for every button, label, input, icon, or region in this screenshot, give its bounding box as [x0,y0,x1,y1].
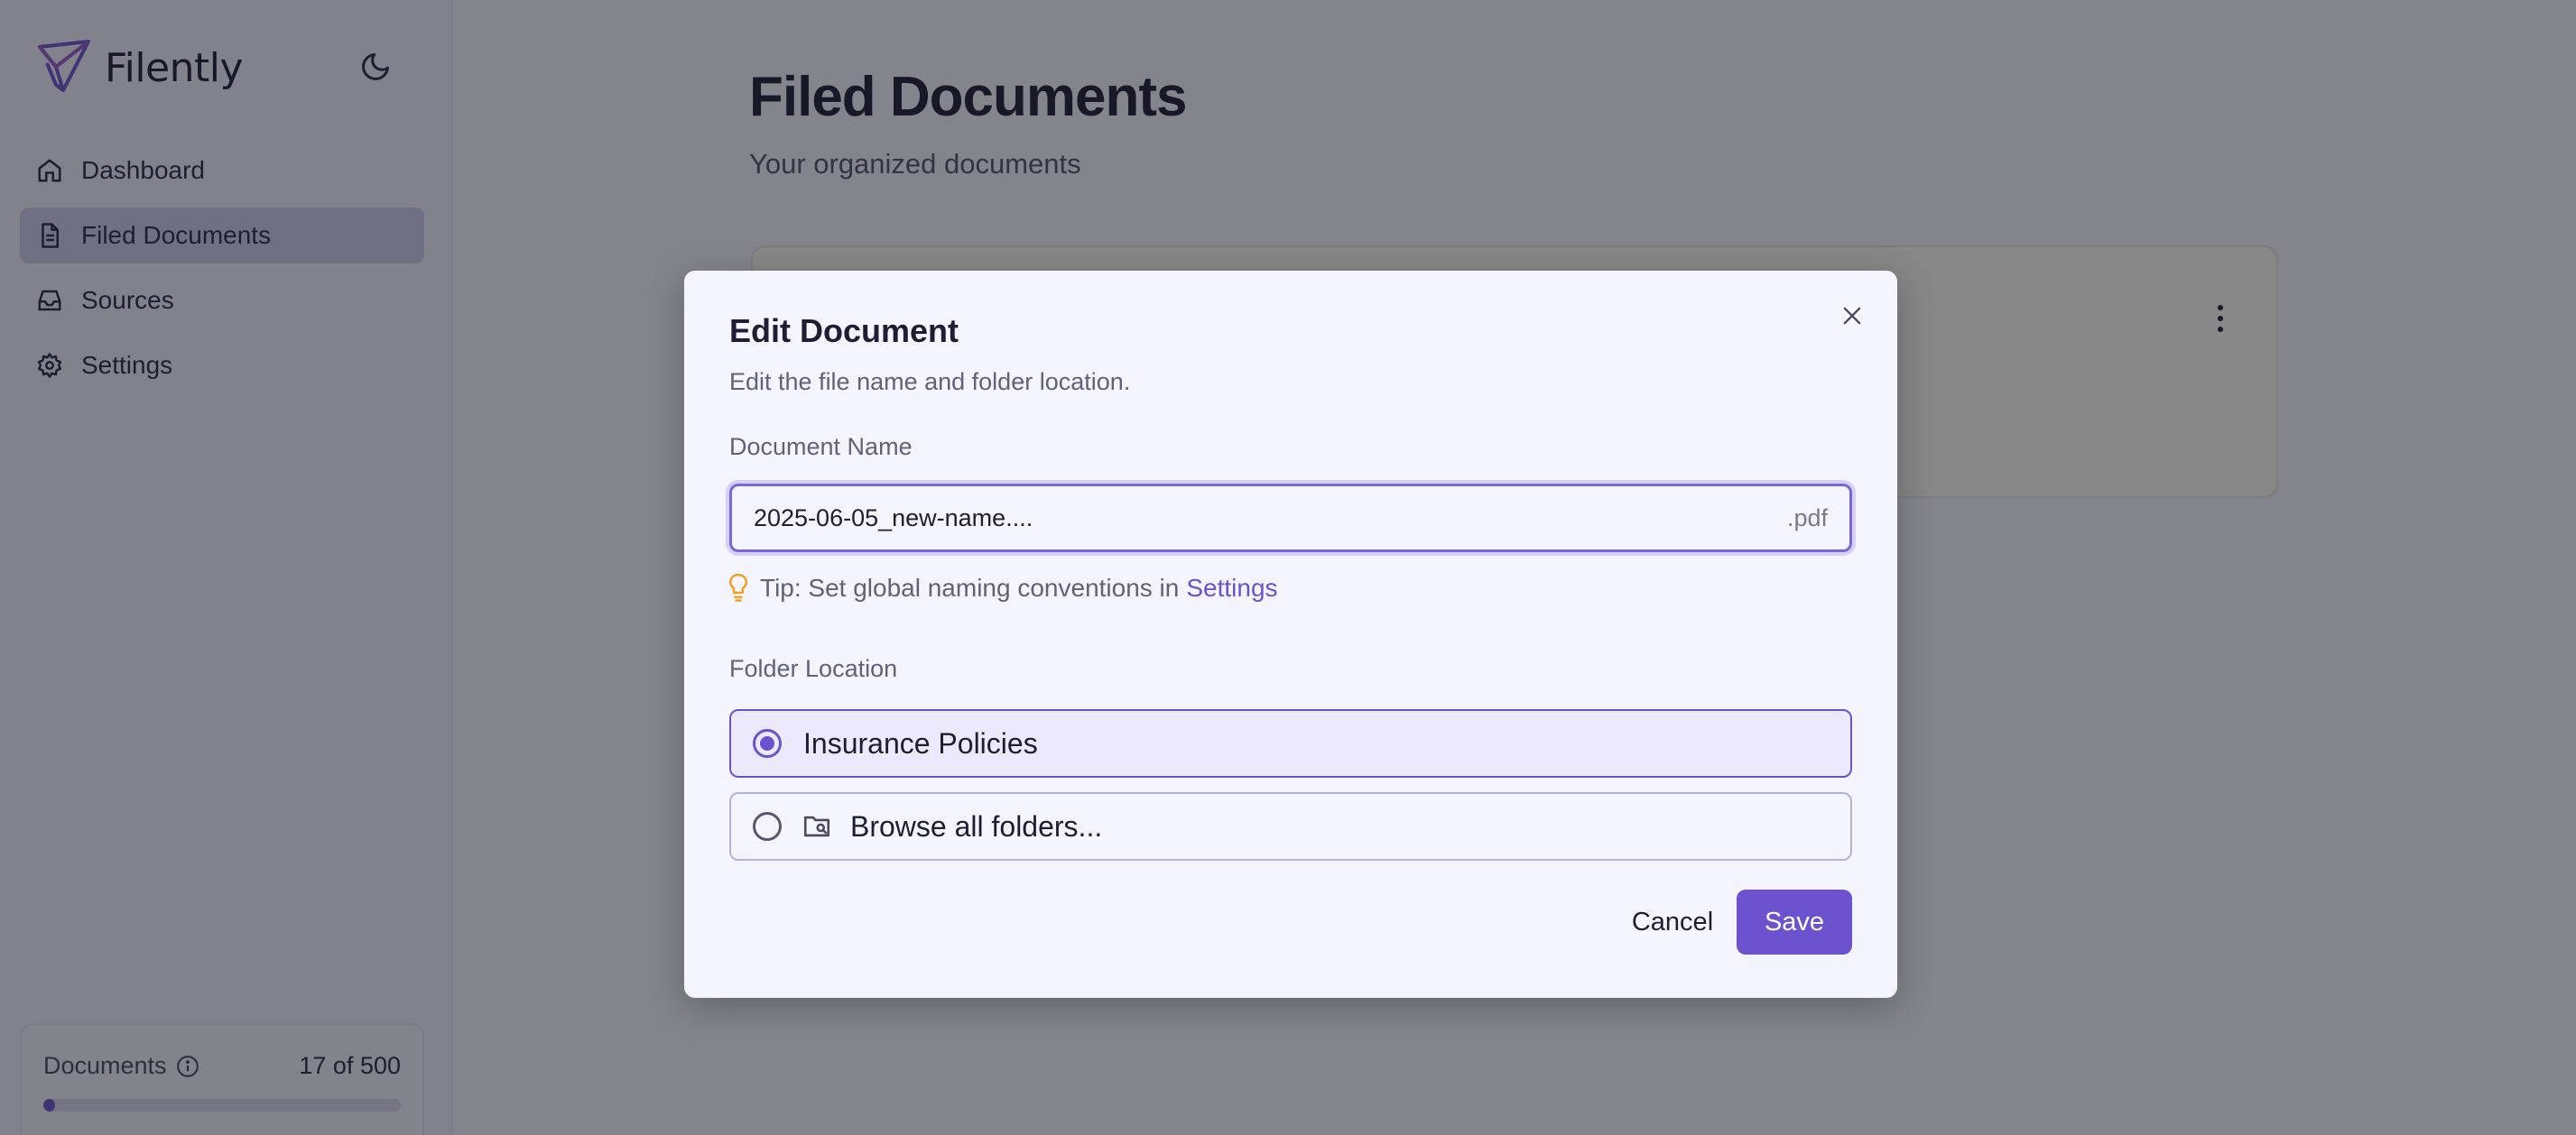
radio-unselected[interactable] [753,812,782,841]
document-name-field: .pdf [729,484,1852,552]
folder-option-insurance-policies[interactable]: Insurance Policies [729,709,1852,778]
dialog-description: Edit the file name and folder location. [729,368,1131,395]
folder-search-icon [802,811,832,842]
folder-location-label: Folder Location [729,655,898,682]
save-button[interactable]: Save [1737,890,1852,955]
edit-document-dialog: Edit Document Edit the file name and fol… [684,271,1897,998]
document-name-label: Document Name [729,433,913,460]
naming-tip: Tip: Set global naming conventions in Se… [729,574,1278,603]
folder-option-browse-all[interactable]: Browse all folders... [729,792,1852,861]
cancel-button[interactable]: Cancel [1596,890,1749,955]
radio-selected[interactable] [753,729,782,758]
folder-option-label: Browse all folders... [850,809,1103,843]
settings-link[interactable]: Settings [1186,574,1277,603]
tip-text: Tip: Set global naming conventions in [760,574,1180,602]
lightbulb-icon [729,574,747,603]
dialog-title: Edit Document [729,312,959,349]
document-name-input[interactable] [732,486,1787,549]
close-icon[interactable] [1839,303,1865,328]
file-extension: .pdf [1786,503,1828,531]
folder-option-label: Insurance Policies [803,726,1038,760]
